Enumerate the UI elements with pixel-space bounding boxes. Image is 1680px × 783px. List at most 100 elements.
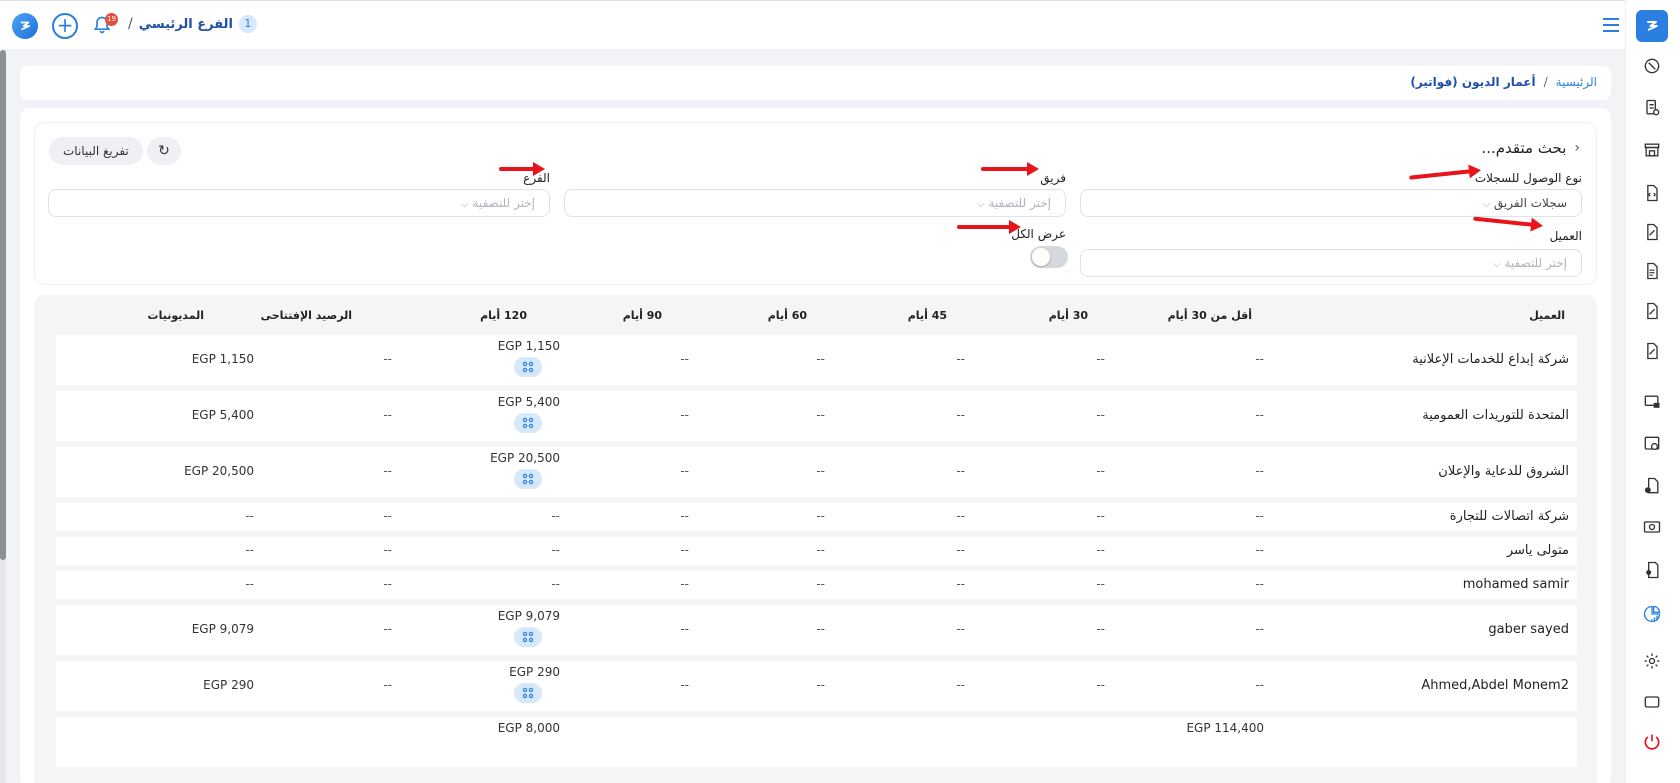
cell-client[interactable]: gaber sayed [1488, 622, 1569, 637]
table-row[interactable]: gaber sayed -- -- -- -- -- EGP 9,079 -- EGP 9,07… [56, 605, 1577, 655]
page-scrollbar[interactable] [0, 50, 6, 783]
table-row[interactable]: شركة إبداع للخدمات الإعلانية -- -- -- -- -- EG… [56, 335, 1577, 385]
cell-opening: -- [383, 464, 392, 478]
cell-d90: -- [680, 464, 689, 478]
sales-icon[interactable] [1640, 96, 1664, 120]
cell-d30: -- [1096, 352, 1105, 366]
pos-icon[interactable] [1640, 390, 1664, 414]
cell-opening: -- [383, 408, 392, 422]
chevron-down-icon: ⌵ [976, 199, 985, 210]
contracts-icon[interactable] [1640, 220, 1664, 244]
details-chip[interactable] [514, 683, 542, 703]
cell-client[interactable]: شركة اتصالات للتجارة [1450, 509, 1569, 524]
invoices-icon[interactable] [1640, 259, 1664, 283]
col-90[interactable]: 90 أيام [623, 309, 662, 322]
logout-icon[interactable] [1640, 730, 1664, 754]
cell-debts: EGP 290 [203, 678, 254, 692]
app-logo-icon[interactable] [12, 13, 38, 39]
table-row[interactable]: Ahmed,Abdel Monem2 -- -- -- -- -- EGP 290 -- EGP… [56, 661, 1577, 711]
annotation-arrow [957, 220, 1021, 234]
cell-d90: -- [680, 543, 689, 557]
team-placeholder: إختر للتصفية [988, 196, 1051, 210]
records-access-select[interactable]: سجلات الفريق ⌵ [1080, 189, 1582, 217]
table-row[interactable]: الشروق للدعاية والإعلان -- -- -- -- -- EGP 20,… [56, 447, 1577, 497]
reports-icon[interactable] [1640, 602, 1664, 626]
store-icon[interactable] [1640, 138, 1664, 162]
col-lt30[interactable]: أقل من 30 أيام [1168, 309, 1252, 322]
cell-d60: -- [816, 464, 825, 478]
col-client[interactable]: العميل [1529, 309, 1565, 322]
refresh-button[interactable]: ↻ [147, 137, 181, 165]
chevron-down-icon: ⌵ [1492, 259, 1501, 270]
cell-d60: -- [816, 622, 825, 636]
add-icon[interactable]: + [52, 13, 78, 39]
col-120[interactable]: 120 أيام [480, 309, 527, 322]
chevron-down-icon: ⌵ [1482, 199, 1491, 210]
scrollbar-thumb[interactable] [0, 50, 6, 560]
clients-icon[interactable] [1640, 474, 1664, 498]
col-opening-balance[interactable]: الرصيد الإفتتاحى [261, 309, 352, 322]
cell-client[interactable]: الشروق للدعاية والإعلان [1438, 464, 1569, 479]
cell-d45: -- [956, 577, 965, 591]
cell-client[interactable]: المتحدة للتوريدات العمومية [1422, 408, 1569, 423]
team-select[interactable]: إختر للتصفية ⌵ [564, 189, 1066, 217]
link-icon [522, 687, 534, 699]
annotation-arrow [1473, 216, 1536, 227]
cell-client[interactable]: شركة إبداع للخدمات الإعلانية [1412, 352, 1569, 367]
employees-icon[interactable] [1640, 558, 1664, 582]
breadcrumb-current: أعمار الديون (فواتير) [1410, 75, 1536, 89]
details-chip[interactable] [514, 357, 542, 377]
cell-d60: -- [816, 543, 825, 557]
col-debts[interactable]: المديونيات [148, 309, 204, 322]
hamburger-menu-icon[interactable] [1603, 18, 1619, 32]
dashboard-icon[interactable] [1640, 54, 1664, 78]
branch-name: الفرع الرئيسي [138, 16, 233, 32]
cell-d60: -- [816, 509, 825, 523]
export-data-button[interactable]: تفريغ البيانات [49, 137, 143, 165]
col-60[interactable]: 60 أيام [768, 309, 807, 322]
cell-d30: -- [1096, 464, 1105, 478]
returns-icon[interactable] [1640, 339, 1664, 363]
branch-selector[interactable]: 1 الفرع الرئيسي / [128, 15, 257, 33]
table-row[interactable]: EGP 114,400 EGP 8,000 [56, 717, 1577, 767]
cell-debts: EGP 1,150 [191, 352, 254, 366]
cash-icon[interactable] [1640, 515, 1664, 539]
details-chip[interactable] [514, 413, 542, 433]
sidebar-logo-icon[interactable] [1636, 10, 1668, 42]
cell-client[interactable]: mohamed samir [1463, 577, 1569, 592]
branch-placeholder: إختر للتصفية [472, 196, 535, 210]
cell-d120: EGP 290 [509, 665, 560, 679]
cell-d45: -- [956, 678, 965, 692]
show-all-toggle[interactable] [1030, 246, 1068, 268]
cell-opening: -- [383, 577, 392, 591]
cell-client[interactable]: متولى ياسر [1507, 543, 1569, 558]
main-content: ‹ بحث متقدم... تفريغ البيانات ↻ نوع الوص… [20, 108, 1611, 783]
client-label: العميل [1549, 229, 1582, 243]
team-label: فريق [1040, 171, 1066, 185]
documents-icon[interactable] [1640, 181, 1664, 205]
table-row[interactable]: متولى ياسر -- -- -- -- -- -- -- -- [56, 537, 1577, 565]
screen-icon[interactable] [1640, 690, 1664, 714]
link-icon [522, 417, 534, 429]
advanced-search-toggle[interactable]: ‹ بحث متقدم... [1481, 139, 1580, 157]
settings-icon[interactable] [1640, 649, 1664, 673]
branch-select[interactable]: إختر للتصفية ⌵ [48, 189, 550, 217]
details-chip[interactable] [514, 469, 542, 489]
cell-client[interactable]: Ahmed,Abdel Monem2 [1421, 678, 1569, 693]
table-row[interactable]: المتحدة للتوريدات العمومية -- -- -- -- -- EGP … [56, 391, 1577, 441]
cell-d60: -- [816, 408, 825, 422]
cell-d120: -- [551, 577, 560, 591]
col-30[interactable]: 30 أيام [1049, 309, 1088, 322]
table-row[interactable]: شركة اتصالات للتجارة -- -- -- -- -- -- -- -- [56, 503, 1577, 531]
cell-d120: EGP 9,079 [497, 609, 560, 623]
cell-d30: -- [1096, 577, 1105, 591]
cell-d120: EGP 5,400 [497, 395, 560, 409]
annotation-arrow [499, 162, 545, 176]
client-select[interactable]: إختر للتصفية ⌵ [1080, 249, 1582, 277]
breadcrumb-home-link[interactable]: الرئيسية [1556, 75, 1597, 89]
details-chip[interactable] [514, 627, 542, 647]
col-45[interactable]: 45 أيام [908, 309, 947, 322]
inventory-icon[interactable] [1640, 432, 1664, 456]
purchases-icon[interactable] [1640, 299, 1664, 323]
table-row[interactable]: mohamed samir -- -- -- -- -- -- -- -- [56, 571, 1577, 599]
